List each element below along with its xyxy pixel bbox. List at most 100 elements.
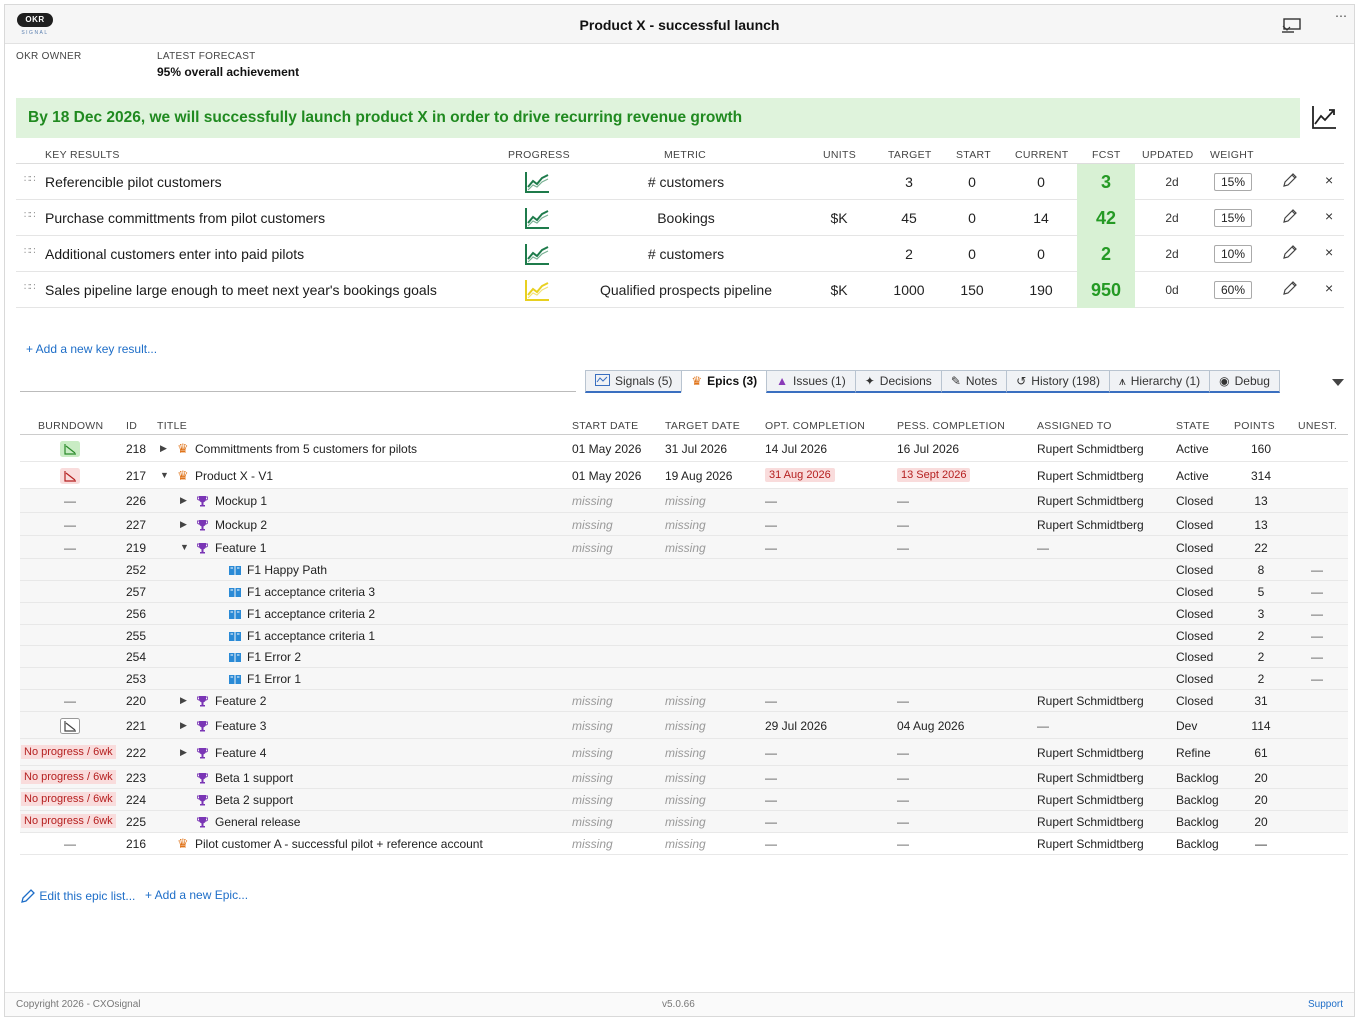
epic-row[interactable]: 257 F1 acceptance criteria 3 Closed 5 — [20, 581, 1348, 603]
epic-title[interactable]: Mockup 1 [215, 494, 267, 508]
epic-title[interactable]: Feature 4 [215, 746, 266, 760]
epic-row[interactable]: 254 F1 Error 2 Closed 2 — [20, 646, 1348, 668]
epic-title[interactable]: F1 Happy Path [247, 563, 327, 577]
version-text: v5.0.66 [662, 999, 695, 1010]
expand-toggle-icon[interactable]: ▶ [180, 519, 187, 530]
epic-row[interactable]: — 219 ▼ Feature 1 missing missing — — — Closed 22 [20, 536, 1348, 559]
epic-row[interactable]: — 216 ♛ Pilot customer A - successful pilot… [20, 833, 1348, 855]
pessimistic-completion: — [897, 771, 909, 785]
burndown-chart-icon[interactable] [60, 441, 80, 457]
epic-title[interactable]: F1 acceptance criteria 1 [247, 629, 375, 643]
epic-title[interactable]: Beta 2 support [215, 793, 293, 807]
epic-title[interactable]: F1 Error 2 [247, 650, 301, 664]
edit-pencil-icon[interactable] [1282, 280, 1298, 296]
epic-row[interactable]: No progress / 6wk 225 General release missi… [20, 811, 1348, 833]
progress-sparkline-icon[interactable] [524, 242, 550, 266]
delete-icon[interactable]: × [1325, 208, 1333, 224]
updated-value: 2d [1165, 211, 1179, 225]
objective-statement[interactable]: By 18 Dec 2026, we will successfully lau… [16, 98, 1300, 138]
epic-title[interactable]: F1 acceptance criteria 3 [247, 585, 375, 599]
weight-input[interactable]: 60% [1214, 281, 1252, 299]
start-date: missing [572, 494, 613, 508]
expand-toggle-icon[interactable]: ▶ [180, 747, 187, 758]
epic-row[interactable]: 221 ▶ Feature 3 missing missing 29 Jul 2026 04… [20, 712, 1348, 739]
epic-row[interactable]: 255 F1 acceptance criteria 1 Closed 2 — [20, 625, 1348, 646]
epic-title[interactable]: Feature 2 [215, 694, 266, 708]
epic-row[interactable]: — 227 ▶ Mockup 2 missing missing — — Rupert Schm… [20, 513, 1348, 536]
expand-toggle-icon[interactable]: ▶ [180, 495, 187, 506]
epic-title[interactable]: Mockup 2 [215, 518, 267, 532]
epic-row[interactable]: 217 ▼ ♛ Product X - V1 01 May 2026 19 Aug 202… [20, 462, 1348, 489]
expand-toggle-icon[interactable]: ▶ [180, 695, 187, 706]
epic-title[interactable]: Committments from 5 customers for pilots [195, 442, 417, 456]
expand-toggle-icon[interactable]: ▶ [160, 443, 167, 454]
key-result-title[interactable]: Additional customers enter into paid pil… [45, 246, 304, 262]
progress-sparkline-icon[interactable] [524, 206, 550, 230]
edit-pencil-icon[interactable] [1282, 208, 1298, 224]
drag-handle-icon[interactable]: ∷∷ [24, 174, 36, 185]
expand-toggle-icon[interactable]: ▼ [160, 470, 169, 480]
burndown-chart-icon[interactable] [60, 468, 80, 484]
epic-row[interactable]: No progress / 6wk 222 ▶ Feature 4 missing mis… [20, 739, 1348, 766]
epic-row[interactable]: 256 F1 acceptance criteria 2 Closed 3 — [20, 603, 1348, 625]
epic-row[interactable]: No progress / 6wk 223 Beta 1 support missin… [20, 766, 1348, 789]
expand-toggle-icon[interactable]: ▼ [180, 542, 189, 552]
weight-input[interactable]: 15% [1214, 209, 1252, 227]
epic-row[interactable]: 253 F1 Error 1 Closed 2 — [20, 668, 1348, 690]
expand-toggle-icon[interactable]: ▶ [180, 720, 187, 731]
epic-title[interactable]: Product X - V1 [195, 469, 273, 483]
support-link[interactable]: Support [1308, 999, 1343, 1010]
burndown-chart-icon[interactable] [60, 718, 80, 734]
tab-decisions[interactable]: ✦ Decisions [854, 370, 942, 393]
key-result-row[interactable]: ∷∷ Referencible pilot customers # customer… [16, 164, 1344, 200]
tab-history[interactable]: ↺ History (198) [1006, 370, 1110, 393]
more-options-icon[interactable]: ⋯ [1335, 9, 1348, 23]
tab-epics[interactable]: ♛ Epics (3) [681, 370, 768, 393]
key-result-title[interactable]: Referencible pilot customers [45, 174, 222, 190]
present-icon[interactable] [1281, 17, 1303, 35]
key-result-row[interactable]: ∷∷ Additional customers enter into paid p… [16, 236, 1344, 272]
weight-input[interactable]: 15% [1214, 173, 1252, 191]
points-value: 20 [1254, 793, 1268, 807]
epic-title[interactable]: General release [215, 815, 300, 829]
epic-row[interactable]: No progress / 6wk 224 Beta 2 support missin… [20, 789, 1348, 811]
tab-notes[interactable]: ✎ Notes [940, 370, 1008, 393]
epic-row[interactable]: — 220 ▶ Feature 2 missing missing — — Rupert Sch… [20, 690, 1348, 712]
add-key-result-link[interactable]: + Add a new key result... [26, 342, 157, 356]
progress-sparkline-icon[interactable] [524, 170, 550, 194]
add-epic-link[interactable]: + Add a new Epic... [145, 888, 248, 902]
delete-icon[interactable]: × [1325, 172, 1333, 188]
edit-pencil-icon[interactable] [1282, 172, 1298, 188]
epic-title[interactable]: Feature 3 [215, 719, 266, 733]
drag-handle-icon[interactable]: ∷∷ [24, 282, 36, 293]
weight-input[interactable]: 10% [1214, 245, 1252, 263]
tab-hierarchy[interactable]: ⩚ Hierarchy (1) [1108, 370, 1211, 393]
edit-pencil-icon[interactable] [1282, 244, 1298, 260]
key-result-row[interactable]: ∷∷ Purchase committments from pilot custo… [16, 200, 1344, 236]
tabs-dropdown-icon[interactable] [1332, 379, 1344, 386]
epic-title[interactable]: Pilot customer A - successful pilot + re… [195, 837, 483, 851]
delete-icon[interactable]: × [1325, 280, 1333, 296]
epic-row[interactable]: 252 F1 Happy Path Closed 8 — [20, 559, 1348, 581]
drag-handle-icon[interactable]: ∷∷ [24, 210, 36, 221]
epic-row[interactable]: — 226 ▶ Mockup 1 missing missing — — Rupert Schm… [20, 489, 1348, 513]
tab-issues[interactable]: ▲ Issues (1) [766, 370, 856, 393]
edit-epic-list-link[interactable]: Edit this epic list... [20, 888, 135, 904]
progress-sparkline-icon[interactable] [524, 278, 550, 302]
trend-chart-icon[interactable] [1310, 103, 1338, 131]
epic-title[interactable]: Feature 1 [215, 541, 266, 555]
tab-signals[interactable]: Signals (5) [585, 370, 683, 393]
epic-title[interactable]: Beta 1 support [215, 771, 293, 785]
copyright-text: Copyright 2026 - CXOsignal [16, 999, 141, 1010]
key-result-row[interactable]: ∷∷ Sales pipeline large enough to meet ne… [16, 272, 1344, 308]
tab-debug[interactable]: ◉ Debug [1209, 370, 1280, 393]
drag-handle-icon[interactable]: ∷∷ [24, 246, 36, 257]
epic-title[interactable]: F1 acceptance criteria 2 [247, 607, 375, 621]
epic-row[interactable]: 218 ▶ ♛ Committments from 5 customers for p… [20, 435, 1348, 462]
delete-icon[interactable]: × [1325, 244, 1333, 260]
epic-title[interactable]: F1 Error 1 [247, 672, 301, 686]
key-result-title[interactable]: Purchase committments from pilot custome… [45, 210, 325, 226]
points-value: 20 [1254, 815, 1268, 829]
key-result-title[interactable]: Sales pipeline large enough to meet next… [45, 282, 437, 298]
assigned-to: Rupert Schmidtberg [1037, 746, 1144, 760]
